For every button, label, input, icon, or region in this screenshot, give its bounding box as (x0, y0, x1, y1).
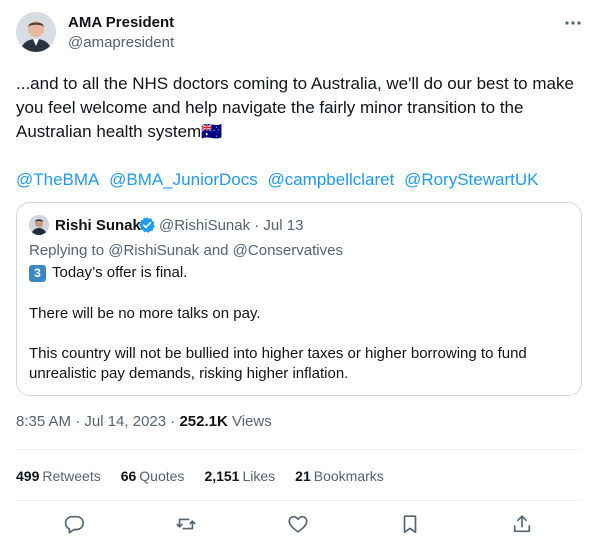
tweet-action-bar (16, 504, 582, 544)
tweet-mentions: @TheBMA @BMA_JuniorDocs @campbellclaret … (16, 168, 543, 192)
retweets-count: 499 (16, 468, 40, 484)
mention-link[interactable]: @TheBMA (16, 170, 99, 189)
bookmark-icon[interactable] (398, 512, 422, 536)
bookmarks-label: Bookmarks (313, 468, 384, 484)
quotes-count: 66 (120, 468, 137, 484)
mention-link[interactable]: @RoryStewartUK (404, 170, 538, 189)
keycap-three-icon: 3 (29, 264, 46, 282)
mention-link[interactable]: @campbellclaret (267, 170, 394, 189)
retweets-stat[interactable]: 499 Retweets (16, 466, 101, 486)
divider (16, 449, 582, 450)
quoted-text-line: There will be no more talks on pay. (29, 305, 261, 322)
tweet-text: ...and to all the NHS doctors coming to … (16, 72, 586, 144)
tweet-text-line: ...and to all the NHS doctors coming to … (16, 74, 574, 93)
quoted-text-line: unrealistic pay demands, risking higher … (29, 365, 349, 382)
retweets-label: Retweets (42, 468, 101, 484)
more-options-icon[interactable] (562, 14, 584, 32)
bookmarks-count: 21 (295, 468, 311, 484)
views-count: 252.1K (179, 413, 228, 430)
author-avatar[interactable] (16, 12, 56, 52)
tweet-datetime[interactable]: 8:35 AM · Jul 14, 2023 · (16, 413, 179, 430)
quoted-author-avatar[interactable] (29, 215, 49, 235)
quoted-tweet-card[interactable]: Rishi Sunak @RishiSunak · Jul 13 Replyin… (16, 202, 582, 396)
heart-icon[interactable] (286, 512, 310, 536)
share-icon[interactable] (510, 512, 534, 536)
likes-label: Likes (242, 468, 276, 484)
quoted-author-display-name[interactable]: Rishi Sunak (55, 216, 141, 235)
views-label: Views (227, 413, 272, 430)
tweet-stats: 499 Retweets 66 Quotes 2,151 Likes 21 Bookma… (16, 466, 404, 486)
verified-badge-icon (138, 216, 156, 234)
quotes-stat[interactable]: 66 Quotes (121, 466, 185, 486)
quoted-author-meta[interactable]: @RishiSunak · Jul 13 (159, 216, 303, 235)
divider (16, 500, 582, 501)
retweet-icon[interactable] (174, 512, 198, 536)
tweet-text-line: Australian health system🇦🇺 (16, 122, 223, 141)
tweet-timestamp: 8:35 AM · Jul 14, 2023 · 252.1K Views (16, 412, 272, 432)
author-display-name[interactable]: AMA President (68, 13, 174, 33)
bookmarks-stat[interactable]: 21 Bookmarks (295, 466, 384, 486)
quotes-label: Quotes (139, 468, 185, 484)
quoted-text-line: Today’s offer is final. (52, 264, 188, 281)
likes-stat[interactable]: 2,151 Likes (204, 466, 275, 486)
quoted-text-line: This country will not be bullied into hi… (29, 345, 527, 362)
reply-icon[interactable] (62, 512, 86, 536)
quoted-tweet-text: 3 Today’s offer is final. There will be … (29, 263, 569, 384)
tweet-text-line: you feel welcome and help navigate the f… (16, 98, 524, 117)
likes-count: 2,151 (204, 468, 240, 484)
author-handle[interactable]: @amapresident (68, 33, 174, 53)
replying-to-line[interactable]: Replying to @RishiSunak and @Conservativ… (29, 241, 343, 260)
mention-link[interactable]: @BMA_JuniorDocs (109, 170, 258, 189)
